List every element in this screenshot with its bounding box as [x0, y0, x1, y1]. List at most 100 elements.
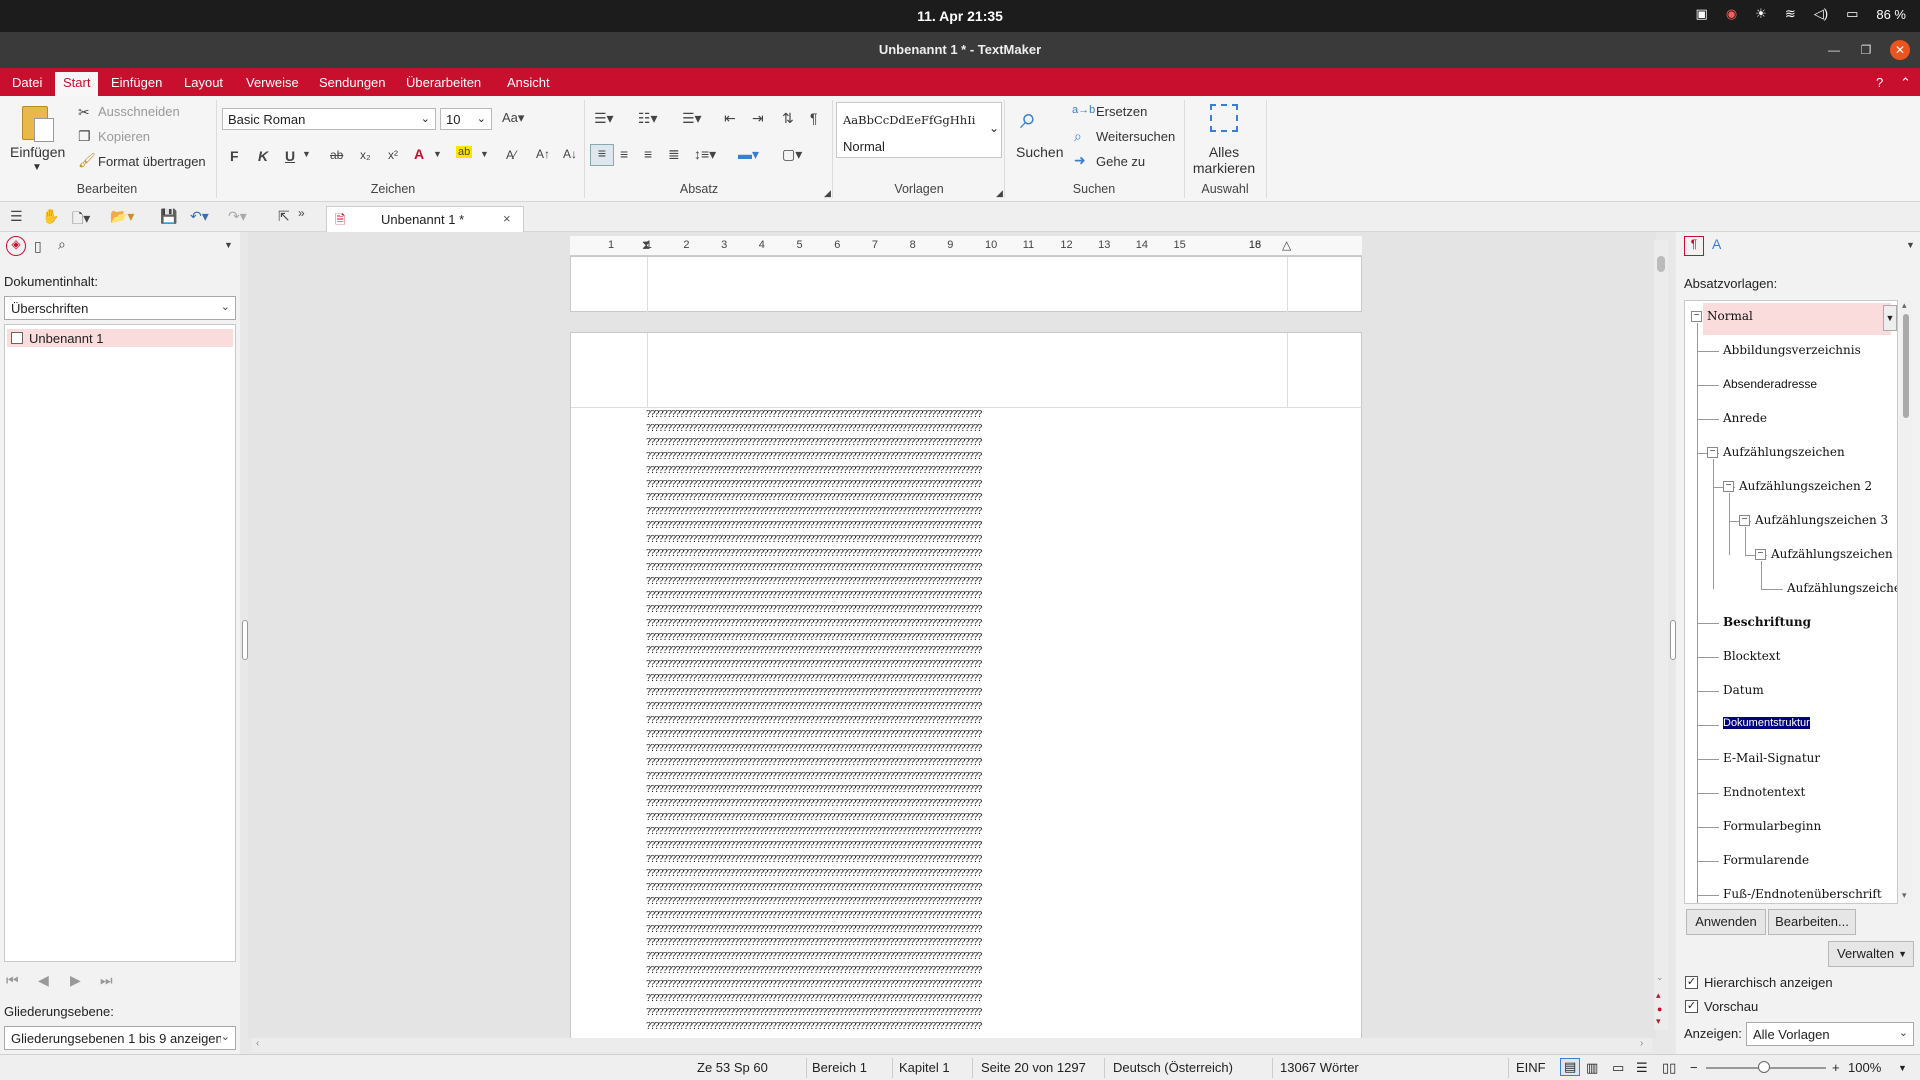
- document-line[interactable]: ????????????????????????????????????????…: [646, 742, 1286, 756]
- document-line[interactable]: ????????????????????????????????????????…: [646, 617, 1286, 631]
- multilevel-list-icon[interactable]: ☰▾: [682, 110, 702, 127]
- document-line[interactable]: ????????????????????????????????????????…: [646, 1006, 1286, 1020]
- browse-object-icon[interactable]: ●: [1657, 1004, 1662, 1014]
- menu-einfuegen[interactable]: Einfügen: [111, 75, 162, 90]
- next-icon[interactable]: ▶: [70, 972, 81, 989]
- goto-button[interactable]: Gehe zu: [1096, 154, 1145, 169]
- document-line[interactable]: ????????????????????????????????????????…: [646, 909, 1286, 923]
- timer-icon[interactable]: ◉: [1726, 6, 1737, 22]
- zoom-in-icon[interactable]: +: [1832, 1060, 1840, 1075]
- close-icon[interactable]: ✕: [1890, 40, 1910, 60]
- document-line[interactable]: ????????????????????????????????????????…: [646, 561, 1286, 575]
- style-item[interactable]: Fuß-/Endnotenüberschrift: [1723, 887, 1882, 901]
- status-position[interactable]: Ze 53 Sp 60: [697, 1060, 768, 1075]
- align-left-icon[interactable]: ≡: [590, 144, 614, 166]
- menu-start[interactable]: Start: [55, 72, 99, 96]
- wifi-icon[interactable]: ≋: [1785, 6, 1796, 22]
- select-all-line2[interactable]: markieren: [1192, 160, 1256, 176]
- status-words[interactable]: 13067 Wörter: [1280, 1060, 1359, 1075]
- dialog-launcher-icon[interactable]: ◢: [824, 188, 831, 199]
- checkbox-icon[interactable]: [11, 332, 23, 344]
- hierarchical-checkbox[interactable]: ✓: [1685, 976, 1698, 989]
- paste-button[interactable]: Einfügen: [10, 144, 65, 160]
- document-line[interactable]: ????????????????????????????????????????…: [646, 728, 1286, 742]
- style-item[interactable]: Abbildungsverzeichnis: [1723, 343, 1861, 357]
- numbered-list-icon[interactable]: ☷▾: [638, 110, 658, 127]
- thumbnails-icon[interactable]: ▯: [34, 238, 42, 255]
- shrink-font-icon[interactable]: A↓: [563, 147, 577, 161]
- help-icon[interactable]: ?: [1876, 75, 1883, 90]
- document-line[interactable]: ????????????????????????????????????????…: [646, 450, 1286, 464]
- tree-collapse-icon[interactable]: −: [1755, 549, 1766, 560]
- borders-icon[interactable]: ▢▾: [782, 146, 802, 163]
- style-item[interactable]: Formularende: [1723, 853, 1809, 867]
- scroll-left-icon[interactable]: ‹: [256, 1038, 259, 1049]
- status-language[interactable]: Deutsch (Österreich): [1113, 1060, 1233, 1075]
- zoom-slider-handle[interactable]: [1758, 1061, 1770, 1073]
- status-page[interactable]: Seite 20 von 1297: [981, 1060, 1086, 1075]
- style-item[interactable]: Aufzählungszeichen 2: [1739, 479, 1872, 493]
- document-line[interactable]: ????????????????????????????????????????…: [646, 505, 1286, 519]
- view-normal-icon[interactable]: ▤: [1560, 1058, 1581, 1076]
- style-item[interactable]: Datum: [1723, 683, 1764, 697]
- menu-layout[interactable]: Layout: [184, 75, 223, 90]
- paste-dropdown-icon[interactable]: ▼: [32, 162, 42, 173]
- line-spacing-icon[interactable]: ↕≡▾: [694, 146, 716, 163]
- search-icon[interactable]: ⌕: [58, 236, 66, 253]
- more-icon[interactable]: »: [298, 206, 305, 220]
- style-item[interactable]: Aufzählungszeichen: [1723, 445, 1845, 459]
- panel-menu-icon[interactable]: ▼: [1906, 240, 1915, 250]
- list-item[interactable]: Unbenannt 1: [7, 329, 233, 347]
- scroll-down-icon[interactable]: ▾: [1902, 890, 1907, 901]
- save-icon[interactable]: 💾: [160, 208, 177, 225]
- document-line[interactable]: ????????????????????????????????????????…: [646, 533, 1286, 547]
- document-line[interactable]: ????????????????????????????????????????…: [646, 422, 1286, 436]
- document-line[interactable]: ????????????????????????????????????????…: [646, 964, 1286, 978]
- menu-ueberarbeiten[interactable]: Überarbeiten: [406, 75, 481, 90]
- status-mode[interactable]: EINF: [1516, 1060, 1546, 1075]
- scrollbar-thumb[interactable]: [1903, 314, 1909, 418]
- view-outline-icon[interactable]: ▥: [1586, 1060, 1598, 1076]
- style-item[interactable]: Anrede: [1723, 411, 1767, 425]
- page-up-icon[interactable]: ▴: [1656, 990, 1661, 1001]
- document-line[interactable]: ????????????????????????????????????????…: [646, 756, 1286, 770]
- zoom-out-icon[interactable]: −: [1690, 1060, 1698, 1075]
- document-line[interactable]: ????????????????????????????????????????…: [646, 783, 1286, 797]
- document-line[interactable]: ????????????????????????????????????????…: [646, 589, 1286, 603]
- style-item[interactable]: Normal: [1707, 309, 1753, 323]
- search-button[interactable]: Suchen: [1016, 144, 1063, 160]
- manage-styles-button[interactable]: Verwalten ▼: [1828, 941, 1914, 967]
- search-icon[interactable]: ⌕: [1020, 102, 1037, 136]
- document-tab[interactable]: 🗎 Unbenannt 1 * ×: [326, 206, 524, 232]
- style-item[interactable]: Aufzählungszeichen 3: [1755, 513, 1888, 527]
- document-line[interactable]: ????????????????????????????????????????…: [646, 631, 1286, 645]
- select-all-line1[interactable]: Alles: [1192, 144, 1256, 160]
- redo-icon[interactable]: ↷▾: [228, 208, 247, 225]
- change-case-icon[interactable]: Aa▾: [502, 110, 524, 126]
- outline-level-select[interactable]: Gliederungsebenen 1 bis 9 anzeigen ⌄: [4, 1026, 236, 1050]
- menu-icon[interactable]: ☰: [10, 208, 23, 225]
- document-line[interactable]: ????????????????????????????????????????…: [646, 603, 1286, 617]
- document-line[interactable]: ????????????????????????????????????????…: [646, 895, 1286, 909]
- document-line[interactable]: ????????????????????????????????????????…: [646, 992, 1286, 1006]
- style-item[interactable]: Blocktext: [1723, 649, 1780, 663]
- style-list-scrollbar[interactable]: ▴ ▾: [1900, 300, 1912, 904]
- status-section[interactable]: Bereich 1: [812, 1060, 867, 1075]
- style-item[interactable]: Formularbeginn: [1723, 819, 1821, 833]
- dialog-launcher-icon[interactable]: ◢: [996, 188, 1003, 199]
- document-line[interactable]: ????????????????????????????????????????…: [646, 519, 1286, 533]
- document-line[interactable]: ????????????????????????????????????????…: [646, 867, 1286, 881]
- font-color-icon[interactable]: A: [414, 146, 424, 162]
- system-clock[interactable]: 11. Apr 21:35: [0, 8, 1920, 24]
- horizontal-scrollbar[interactable]: ‹ ›: [252, 1038, 1652, 1052]
- collapse-ribbon-icon[interactable]: ⌃: [1900, 75, 1911, 91]
- italic-button[interactable]: K: [258, 148, 268, 164]
- underline-dropdown-icon[interactable]: ▼: [302, 149, 311, 159]
- document-line[interactable]: ????????????????????????????????????????…: [646, 978, 1286, 992]
- select-all-icon[interactable]: [1210, 104, 1238, 132]
- document-line[interactable]: ????????????????????????????????????????…: [646, 464, 1286, 478]
- underline-button[interactable]: U: [285, 148, 295, 164]
- view-book-icon[interactable]: ▯▯: [1662, 1060, 1676, 1076]
- replace-button[interactable]: Ersetzen: [1096, 104, 1147, 119]
- indent-marker-icon[interactable]: ⧗: [642, 238, 650, 253]
